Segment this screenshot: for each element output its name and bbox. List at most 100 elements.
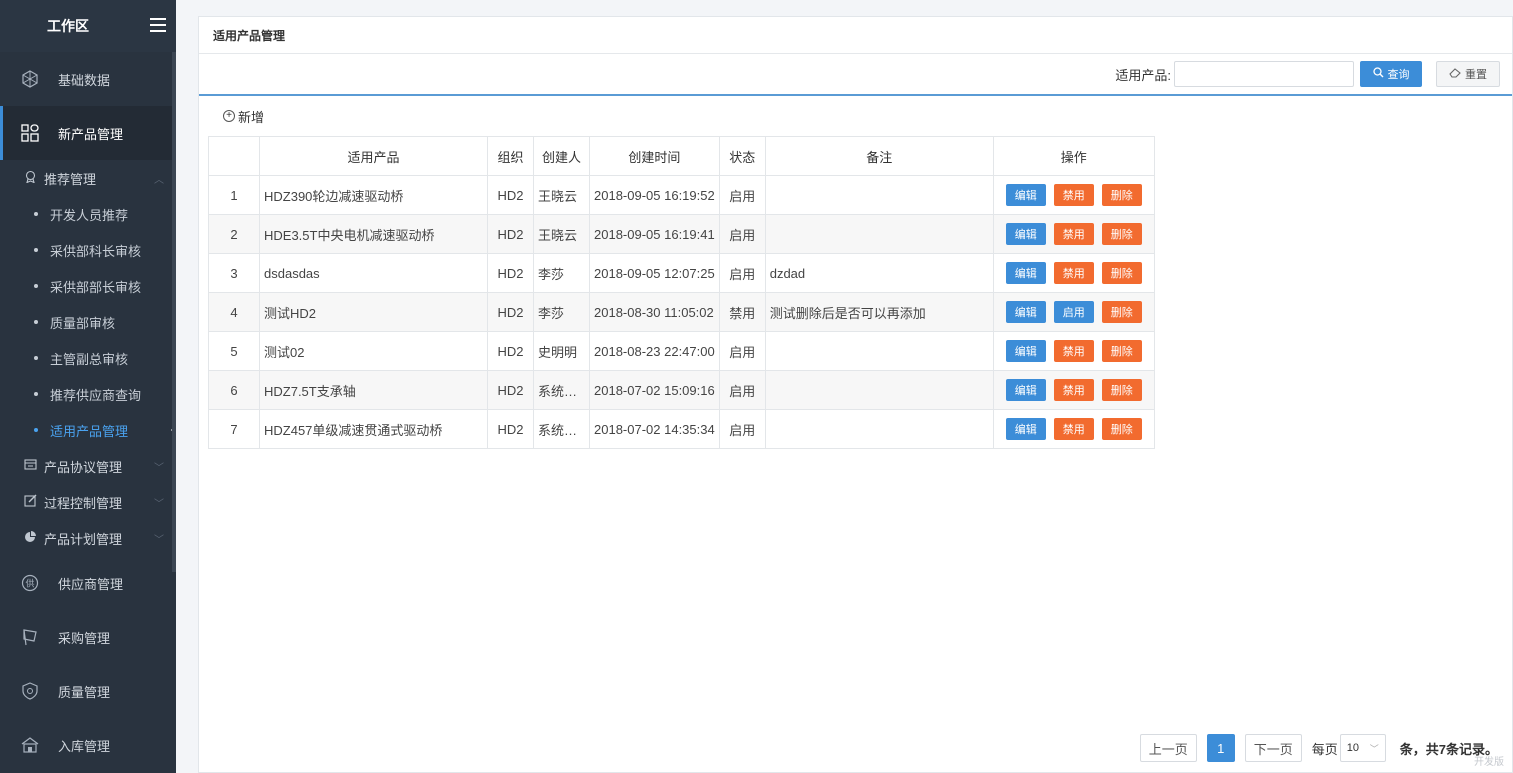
cell-status: 禁用: [718, 292, 766, 332]
sidebar-item-warehouse[interactable]: 入库管理: [0, 718, 176, 772]
toggle-status-button[interactable]: 禁用: [1053, 379, 1094, 401]
sidebar-subitem[interactable]: 质量部审核: [0, 304, 176, 340]
cell-remark: 测试删除后是否可以再添加: [764, 292, 994, 332]
cell-status: 启用: [718, 253, 766, 293]
watermark: 开发版: [1474, 757, 1504, 768]
cell-time: 2018-07-02 14:35:34: [589, 409, 720, 449]
table-row: 1 HDZ390轮边减速驱动桥 HD2 王晓云 2018-09-05 16:19:52 启…: [208, 175, 1155, 215]
cell-time: 2018-09-05 16:19:41: [589, 214, 720, 254]
page-number-current[interactable]: 1: [1206, 734, 1235, 762]
cell-remark: [764, 214, 994, 254]
edit-button[interactable]: 编辑: [1005, 418, 1046, 440]
cell-org: HD2: [487, 214, 534, 254]
edit-button[interactable]: 编辑: [1005, 262, 1046, 284]
column-header-org: 组织: [487, 136, 534, 176]
table-row: 2 HDE3.5T中央电机减速驱动桥 HD2 王晓云 2018-09-05 16:19:…: [208, 214, 1155, 254]
cell-time: 2018-07-02 15:09:16: [589, 370, 720, 410]
toggle-status-button[interactable]: 禁用: [1053, 340, 1094, 362]
sidebar-header: 工作区: [0, 0, 176, 52]
cell-time: 2018-08-23 22:47:00: [589, 331, 720, 371]
sidebar-group-process[interactable]: 过程控制管理 ﹀: [0, 484, 176, 520]
delete-button[interactable]: 删除: [1101, 340, 1142, 362]
sidebar-subitem[interactable]: 推荐供应商查询: [0, 376, 176, 412]
toggle-status-button[interactable]: 禁用: [1053, 223, 1094, 245]
toggle-status-button[interactable]: 禁用: [1053, 184, 1094, 206]
delete-button[interactable]: 删除: [1101, 301, 1142, 323]
cell-status: 启用: [718, 331, 766, 371]
per-page-label: 每页: [1311, 741, 1338, 757]
chevron-up-icon: ︿: [154, 175, 164, 186]
sidebar-group-recommend[interactable]: 推荐管理 ︿: [0, 160, 176, 196]
sidebar-group-agreement[interactable]: 产品协议管理 ﹀: [0, 448, 176, 484]
edit-icon: [24, 494, 40, 510]
column-header-index: [208, 136, 260, 176]
sidebar-subitem[interactable]: 采供部部长审核: [0, 268, 176, 304]
next-page-button[interactable]: 下一页: [1244, 734, 1302, 762]
cell-index: 3: [208, 253, 260, 293]
delete-button[interactable]: 删除: [1101, 184, 1142, 206]
toolbar: + 新增: [199, 96, 1512, 136]
cell-index: 6: [208, 370, 260, 410]
delete-button[interactable]: 删除: [1101, 223, 1142, 245]
cell-org: HD2: [487, 175, 534, 215]
cell-product: HDZ457单级减速贯通式驱动桥: [259, 409, 488, 449]
cell-product: HDE3.5T中央电机减速驱动桥: [259, 214, 488, 254]
cell-remark: [764, 370, 994, 410]
column-header-actions: 操作: [992, 136, 1155, 176]
sidebar-item-supplier[interactable]: 供 供应商管理: [0, 556, 176, 610]
edit-button[interactable]: 编辑: [1005, 340, 1046, 362]
edit-button[interactable]: 编辑: [1005, 184, 1046, 206]
product-search-input[interactable]: [1174, 61, 1354, 87]
sidebar-item-purchase[interactable]: 采购管理: [0, 610, 176, 664]
cell-creator: 李莎: [533, 253, 590, 293]
column-header-product: 适用产品: [259, 136, 488, 176]
edit-button[interactable]: 编辑: [1005, 223, 1046, 245]
sidebar-item-label: 新产品管理: [58, 126, 124, 142]
cell-actions: 编辑 禁用 删除: [992, 253, 1155, 293]
search-icon: [1372, 67, 1384, 81]
sidebar-subitem[interactable]: 开发人员推荐: [0, 196, 176, 232]
chevron-down-icon: ﹀: [154, 535, 164, 546]
sidebar-subitem[interactable]: 主管副总审核: [0, 340, 176, 376]
cell-actions: 编辑 启用 删除: [992, 292, 1155, 332]
table-row: 3 dsdasdas HD2 李莎 2018-09-05 12:07:25 启用 dzdad…: [208, 253, 1155, 293]
cell-product: HDZ7.5T支承轴: [259, 370, 488, 410]
sidebar-group-plan[interactable]: 产品计划管理 ﹀: [0, 520, 176, 556]
cell-status: 启用: [718, 370, 766, 410]
sidebar-item-new-product[interactable]: 新产品管理: [0, 106, 176, 160]
reset-button[interactable]: 重置: [1436, 61, 1500, 87]
sidebar-item-basic-data[interactable]: 基础数据: [0, 52, 176, 106]
per-page-select[interactable]: 10 ﹀: [1339, 734, 1386, 762]
sidebar-item-label: 基础数据: [58, 72, 111, 88]
warehouse-icon: [20, 735, 40, 755]
cell-time: 2018-09-05 12:07:25: [589, 253, 720, 293]
table-row: 6 HDZ7.5T支承轴 HD2 系统… 2018-07-02 15:09:16 启用 编辑…: [208, 370, 1155, 410]
cell-org: HD2: [487, 292, 534, 332]
toggle-status-button[interactable]: 禁用: [1053, 262, 1094, 284]
edit-button[interactable]: 编辑: [1005, 301, 1046, 323]
column-header-time: 创建时间: [589, 136, 720, 176]
delete-button[interactable]: 删除: [1101, 418, 1142, 440]
cell-creator: 史明明: [533, 331, 590, 371]
cell-remark: [764, 175, 994, 215]
cell-org: HD2: [487, 253, 534, 293]
prev-page-button[interactable]: 上一页: [1139, 734, 1197, 762]
sidebar-scrollbar[interactable]: [172, 52, 176, 572]
sidebar-group-label: 推荐管理: [44, 171, 97, 187]
query-button[interactable]: 查询: [1360, 61, 1422, 87]
hamburger-menu-icon[interactable]: [150, 18, 166, 32]
sidebar-subitem[interactable]: 采供部科长审核: [0, 232, 176, 268]
cell-org: HD2: [487, 370, 534, 410]
sidebar: 工作区 基础数据 新产品管理 推荐管理 ︿ 开发人员推荐 采供部科长审核 采供部…: [0, 0, 176, 773]
delete-button[interactable]: 删除: [1101, 379, 1142, 401]
grid-icon: [20, 123, 40, 143]
toggle-status-button[interactable]: 禁用: [1053, 418, 1094, 440]
edit-button[interactable]: 编辑: [1005, 379, 1046, 401]
cell-org: HD2: [487, 409, 534, 449]
sidebar-item-quality[interactable]: 质量管理: [0, 664, 176, 718]
cell-index: 5: [208, 331, 260, 371]
delete-button[interactable]: 删除: [1101, 262, 1142, 284]
toggle-status-button[interactable]: 启用: [1053, 301, 1094, 323]
sidebar-subitem-active[interactable]: 适用产品管理: [0, 412, 176, 448]
add-button[interactable]: + 新增: [223, 107, 264, 126]
